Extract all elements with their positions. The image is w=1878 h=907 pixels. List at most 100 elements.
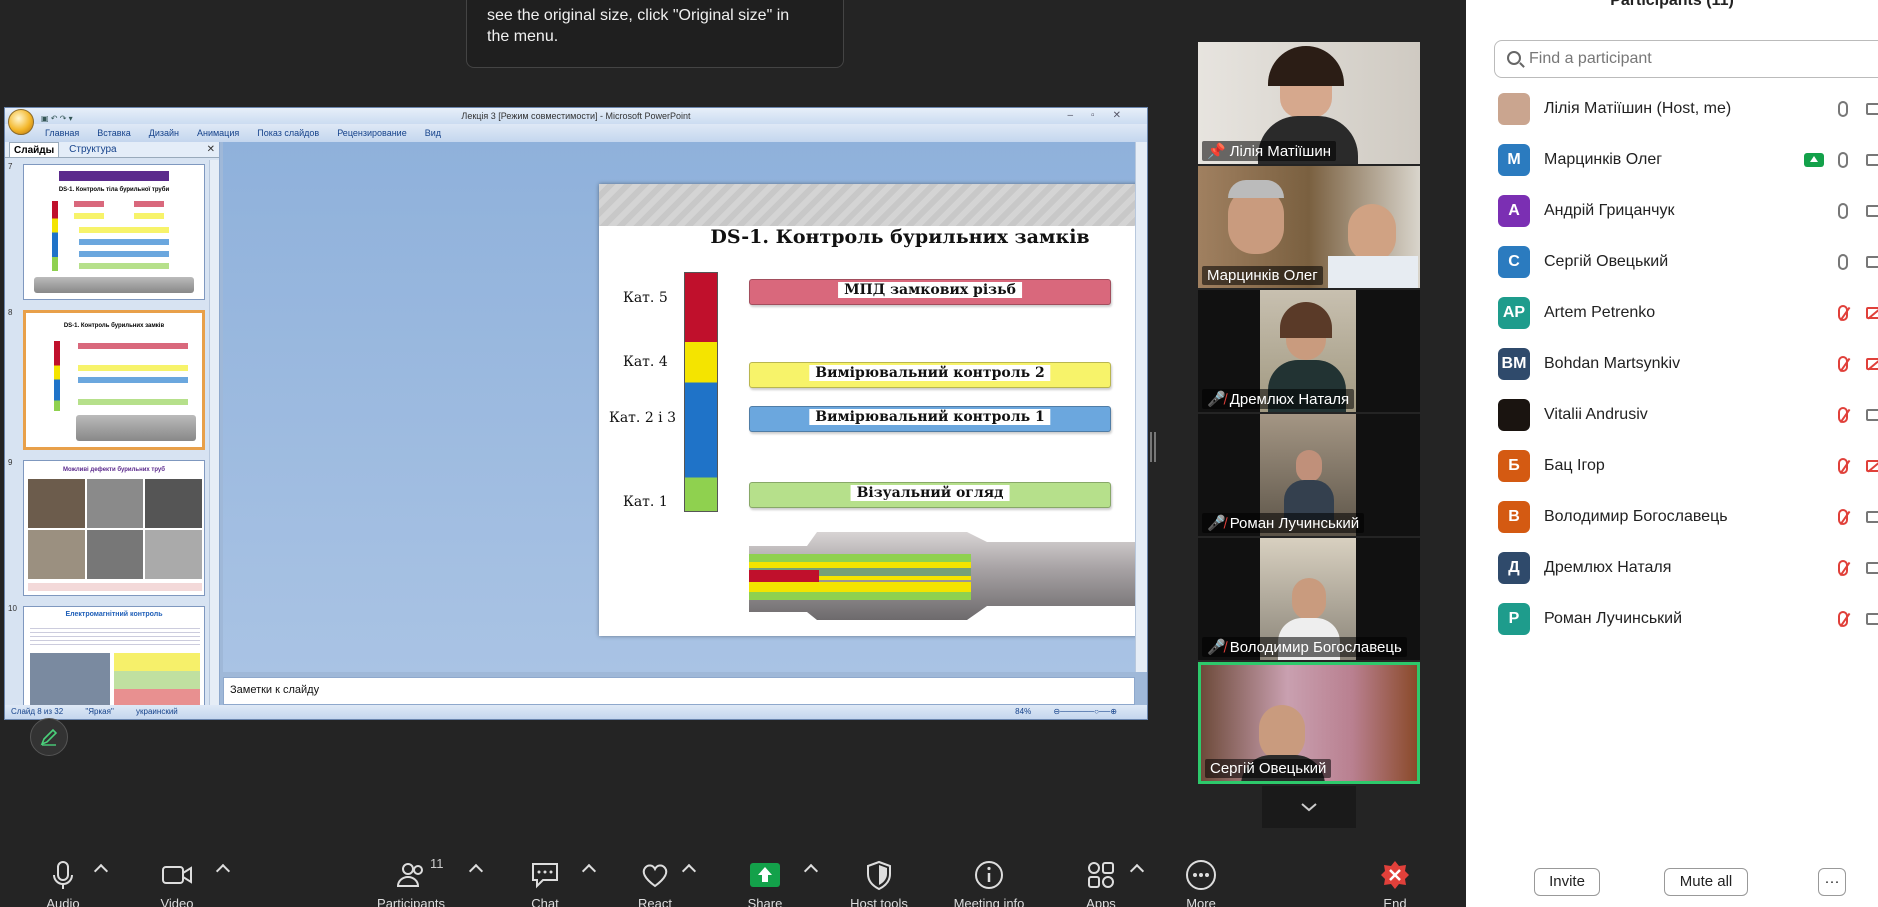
window-controls: –▫✕	[1067, 110, 1139, 121]
participants-panel: Participants (11) Find a participant Ліл…	[1466, 0, 1878, 907]
mic-muted-icon[interactable]	[1838, 355, 1848, 372]
react-button[interactable]: React	[610, 850, 700, 907]
end-meeting-button[interactable]: End	[1350, 850, 1440, 907]
video-icon[interactable]	[1866, 102, 1878, 115]
thumb-number: 9	[8, 458, 13, 467]
mic-icon[interactable]	[1838, 151, 1848, 168]
thumb-title: DS-1. Контроль бурильних замків	[63, 323, 165, 329]
participant-row[interactable]: М Марцинків Олег	[1466, 134, 1878, 185]
video-icon[interactable]	[1866, 255, 1878, 268]
meeting-toolbar: Audio Video Participants 11 Chat React S…	[0, 850, 1466, 907]
video-tile[interactable]: 📌 Лілія Матіїшин	[1198, 42, 1420, 164]
host-tools-button[interactable]: Host tools	[834, 850, 924, 907]
video-tile[interactable]: 🎤̸ Дремлюх Наталя	[1198, 290, 1420, 412]
participants-options-caret[interactable]	[468, 863, 484, 879]
video-tile[interactable]: 🎤̸ Володимир Богославець	[1198, 538, 1420, 660]
slide-thumbnail-10: Електромагнітний контроль	[23, 606, 205, 705]
mic-icon[interactable]	[1838, 253, 1848, 270]
pen-icon	[40, 728, 58, 746]
chat-icon	[532, 863, 558, 889]
thumb-number: 10	[8, 604, 17, 613]
video-off-icon[interactable]	[1866, 459, 1878, 472]
participant-row[interactable]: Vitalii Andrusiv	[1466, 389, 1878, 440]
participant-row[interactable]: BM Bohdan Martsynkiv	[1466, 338, 1878, 389]
chat-button[interactable]: Chat	[500, 850, 590, 907]
slide-canvas-scrollbar[interactable]	[1135, 142, 1147, 672]
mic-icon[interactable]	[1838, 202, 1848, 219]
apps-button[interactable]: Apps	[1056, 850, 1146, 907]
participant-row[interactable]: С Сергій Овецький	[1466, 236, 1878, 287]
slide-title: DS-1. Контроль бурильних замків	[710, 226, 1090, 248]
close-panel-icon: ✕	[206, 144, 215, 155]
participant-row[interactable]: Б Бац Ігор	[1466, 440, 1878, 491]
participant-row[interactable]: AP Artem Petrenko	[1466, 287, 1878, 338]
mic-icon[interactable]	[1838, 100, 1848, 117]
category-label-1: Кат. 1	[623, 494, 668, 510]
gallery-scroll-down-button[interactable]	[1262, 786, 1356, 828]
tile-name: 🎤̸ Дремлюх Наталя	[1202, 389, 1355, 409]
mute-all-button[interactable]: Mute all	[1664, 868, 1748, 896]
ppt-statusbar: Слайд 8 из 32 "Яркая" украинский 84% ⊖──…	[5, 705, 1147, 719]
participants-icon	[396, 863, 423, 887]
shared-screen-powerpoint[interactable]: ▣ ↶ ↷ ▾ Лекція 3 [Режим совместимости] -…	[4, 107, 1148, 720]
video-button[interactable]: Video	[132, 850, 222, 907]
video-label: Video	[160, 896, 194, 907]
annotate-pen-button[interactable]	[30, 718, 68, 756]
mic-muted-icon[interactable]	[1838, 559, 1848, 576]
video-tile[interactable]: Марцинків Олег	[1198, 166, 1420, 288]
participant-name: Роман Лучинський	[1544, 609, 1683, 627]
participant-search-input[interactable]: Find a participant	[1494, 40, 1878, 78]
mic-muted-icon[interactable]	[1838, 304, 1848, 321]
bar-label: Вимірювальний контроль 2	[809, 365, 1051, 381]
original-size-tooltip: see the original size, click "Original s…	[466, 0, 844, 68]
video-tile-active-speaker[interactable]: Сергій Овецький	[1198, 662, 1420, 784]
more-label: More	[1186, 896, 1216, 907]
video-icon[interactable]	[1866, 561, 1878, 574]
slide-thumbnail-8[interactable]: DS-1. Контроль бурильних замків	[23, 310, 205, 450]
slide-thumbnail-9: Можливі дефекти бурильних труб	[23, 460, 205, 596]
split-view-handle[interactable]	[1150, 432, 1156, 462]
mic-muted-icon[interactable]	[1838, 508, 1848, 525]
drill-pipe-illustration	[749, 532, 1147, 620]
chevron-down-icon	[1301, 803, 1317, 812]
participant-row[interactable]: В Володимир Богославець	[1466, 491, 1878, 542]
invite-button[interactable]: Invite	[1534, 868, 1600, 896]
more-button[interactable]: More	[1156, 850, 1246, 907]
video-off-icon[interactable]	[1866, 306, 1878, 319]
zoom-value: 84%	[1015, 707, 1032, 716]
mic-muted-icon[interactable]	[1838, 457, 1848, 474]
video-icon[interactable]	[1866, 153, 1878, 166]
end-label: End	[1383, 896, 1407, 907]
video-icon[interactable]	[1866, 408, 1878, 421]
avatar	[1498, 398, 1530, 431]
tile-name: 🎤̸ Володимир Богославець	[1202, 637, 1407, 657]
share-screen-button[interactable]: Share	[720, 850, 810, 907]
status-slide-count: Слайд 8 из 32	[11, 707, 64, 716]
video-icon[interactable]	[1866, 510, 1878, 523]
video-tile[interactable]: 🎤̸ Роман Лучинський	[1198, 414, 1420, 536]
participant-row[interactable]: Р Роман Лучинський	[1466, 593, 1878, 644]
meeting-info-button[interactable]: Meeting info	[944, 850, 1034, 907]
avatar	[1498, 92, 1530, 125]
mic-muted-icon[interactable]	[1838, 610, 1848, 627]
more-options-button[interactable]: ···	[1818, 868, 1846, 896]
video-camera-icon	[162, 866, 192, 884]
participant-row[interactable]: Лілія Матіїшин (Host, me)	[1466, 83, 1878, 134]
avatar: Б	[1498, 449, 1530, 482]
ribbon-tab-insert: Вставка	[97, 128, 131, 138]
video-icon[interactable]	[1866, 612, 1878, 625]
tile-name: Марцинків Олег	[1202, 266, 1323, 285]
slide-notes[interactable]: Заметки к слайду	[223, 677, 1135, 705]
audio-button[interactable]: Audio	[18, 850, 108, 907]
slide-canvas: 8 DS-1. Контроль бурильних замків Кат. 5…	[223, 142, 1147, 672]
bar-label: Візуальний огляд	[850, 485, 1010, 501]
participant-row[interactable]: А Андрій Грицанчук	[1466, 185, 1878, 236]
tile-name: Сергій Овецький	[1205, 759, 1332, 778]
slides-panel-scrollbar[interactable]	[209, 160, 219, 705]
share-label: Share	[747, 896, 783, 907]
mic-muted-icon[interactable]	[1838, 406, 1848, 423]
avatar: М	[1498, 143, 1530, 176]
video-off-icon[interactable]	[1866, 357, 1878, 370]
video-icon[interactable]	[1866, 204, 1878, 217]
participant-row[interactable]: Д Дремлюх Наталя	[1466, 542, 1878, 593]
